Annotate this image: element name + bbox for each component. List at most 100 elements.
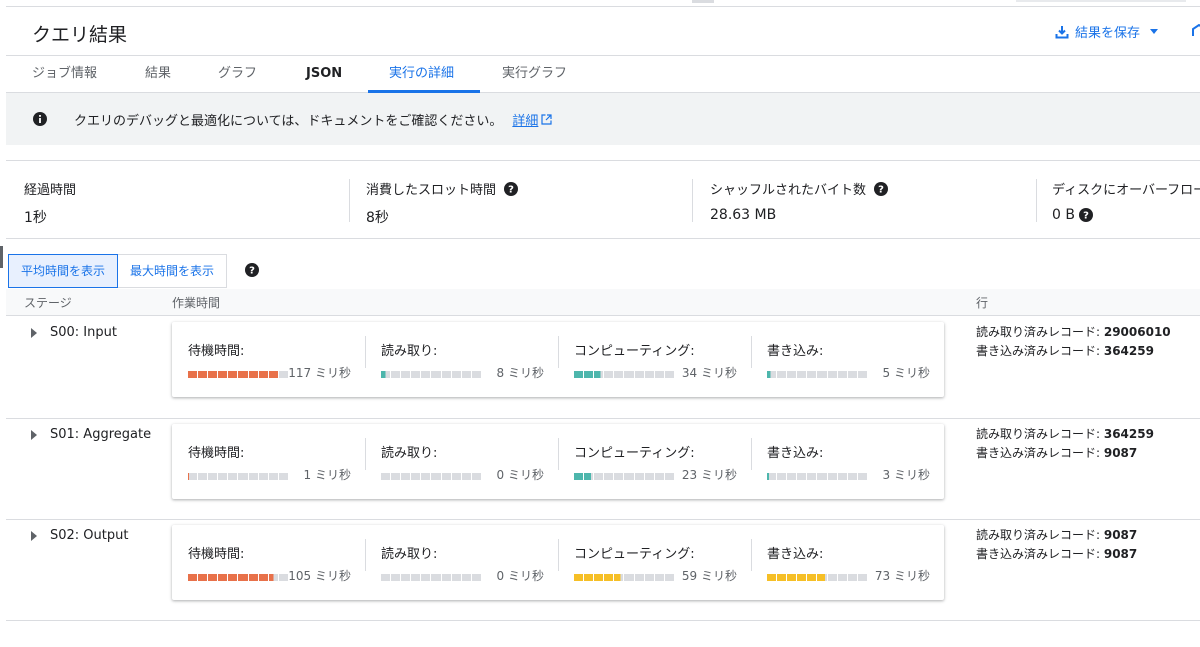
- bar-segment: [817, 371, 827, 378]
- timing-bar: [767, 371, 867, 378]
- bar-segment: [238, 574, 248, 581]
- expand-triangle-icon: [31, 327, 37, 338]
- tab-job-info[interactable]: ジョブ情報: [32, 56, 97, 93]
- bar-segment: [401, 574, 411, 581]
- explore-icon[interactable]: [1192, 24, 1200, 38]
- metric-label: コンピューティング:: [574, 547, 695, 562]
- divider: [751, 539, 752, 571]
- tab-chart[interactable]: グラフ: [218, 56, 257, 93]
- stat-shuffled-bytes: シャッフルされたバイト数 ? 28.63 MB: [710, 179, 889, 223]
- show-max-button[interactable]: 最大時間を表示: [118, 254, 228, 288]
- bar-segment: [228, 473, 238, 480]
- bar-segment: [218, 371, 228, 378]
- metric-value: 1 ミリ秒: [303, 468, 351, 482]
- bar-segment: [614, 574, 624, 581]
- bar-segment: [431, 574, 441, 581]
- tab-execution-graph[interactable]: 実行グラフ: [502, 56, 567, 93]
- download-icon: [1055, 25, 1069, 38]
- bar-segment: [461, 473, 471, 480]
- metric-label: 読み取り:: [381, 446, 438, 461]
- bar-segment: [654, 574, 664, 581]
- bar-segment: [767, 473, 777, 480]
- bar-segment: [574, 574, 584, 581]
- bar-segment: [461, 371, 471, 378]
- external-link-icon[interactable]: [541, 113, 552, 125]
- records-read-label: 読み取り済みレコード:: [976, 528, 1104, 542]
- stage-expand-toggle[interactable]: S01: Aggregate: [31, 427, 151, 442]
- bar-segment: [381, 371, 391, 378]
- bar-segment: [847, 574, 857, 581]
- metric-value: 59 ミリ秒: [681, 569, 737, 583]
- bar-segment: [634, 574, 644, 581]
- divider: [365, 336, 366, 368]
- stage-name: S01: Aggregate: [50, 427, 152, 442]
- learn-more-link[interactable]: 詳細: [512, 110, 538, 129]
- metric-value: 5 ミリ秒: [882, 366, 930, 380]
- show-average-button[interactable]: 平均時間を表示: [8, 254, 119, 288]
- bar-segment: [431, 473, 441, 480]
- bar-segment: [807, 371, 817, 378]
- bar-segment: [777, 371, 787, 378]
- bar-segment: [258, 574, 268, 581]
- bar-segment: [777, 473, 787, 480]
- records-written-value: 9087: [1103, 547, 1138, 561]
- bar-segment: [787, 574, 797, 581]
- bar-segment: [238, 473, 248, 480]
- metric-label: 書き込み:: [767, 344, 824, 359]
- bar-segment: [807, 574, 817, 581]
- bar-segment: [777, 574, 787, 581]
- bar-segment: [198, 574, 208, 581]
- help-icon[interactable]: ?: [504, 181, 519, 196]
- records-written-value: 364259: [1103, 344, 1154, 358]
- records-written-label: 書き込み済みレコード:: [976, 547, 1104, 561]
- metric-label: 待機時間:: [188, 446, 245, 461]
- timing-bar: [574, 574, 674, 581]
- metric-value: 3 ミリ秒: [882, 468, 930, 482]
- bar-segment: [421, 371, 431, 378]
- bar-segment: [268, 473, 278, 480]
- stat-label: 経過時間: [24, 183, 77, 198]
- metric-value: 8 ミリ秒: [496, 366, 544, 380]
- bar-segment: [817, 473, 827, 480]
- bar-segment: [847, 473, 857, 480]
- stat-disk-spill: ディスクにオーバーフロー 0 B ?: [1052, 179, 1200, 223]
- metric-read: 読み取り: 0 ミリ秒: [365, 525, 558, 600]
- bar-segment: [857, 473, 867, 480]
- resize-handle[interactable]: [0, 246, 3, 268]
- help-icon[interactable]: ?: [245, 263, 259, 277]
- stages-table-header: ステージ 作業時間 行: [6, 289, 1200, 316]
- metric-wait-time: 待機時間: 105 ミリ秒: [172, 525, 365, 600]
- stat-slot-time: 消費したスロット時間 ? 8秒: [366, 179, 519, 227]
- info-banner: クエリのデバッグと最適化については、ドキュメントをご確認ください。 詳細: [6, 93, 1200, 145]
- records-read-value: 29006010: [1103, 325, 1171, 339]
- tab-results[interactable]: 結果: [145, 56, 171, 93]
- metric-wait-time: 待機時間: 117 ミリ秒: [172, 322, 365, 397]
- save-results-button[interactable]: 結果を保存: [1055, 22, 1164, 41]
- bar-segment: [391, 371, 401, 378]
- bar-segment: [198, 473, 208, 480]
- stage-timing-card: 待機時間: 1 ミリ秒 読み取り: 0 ミリ秒 コンピューティング: 23 ミリ…: [172, 424, 944, 499]
- stage-timing-card: 待機時間: 117 ミリ秒 読み取り: 8 ミリ秒 コンピューティング: 34 …: [172, 322, 944, 397]
- bar-segment: [594, 574, 604, 581]
- bar-segment: [604, 574, 614, 581]
- help-icon[interactable]: ?: [874, 181, 889, 196]
- help-icon[interactable]: ?: [1078, 208, 1093, 222]
- bar-segment: [644, 574, 654, 581]
- bar-segment: [837, 574, 847, 581]
- bar-segment: [574, 371, 584, 378]
- stage-expand-toggle[interactable]: S02: Output: [31, 528, 128, 543]
- divider: [365, 539, 366, 571]
- bar-segment: [797, 574, 807, 581]
- stage-row: S00: Input 待機時間: 117 ミリ秒 読み取り: 8 ミリ秒 コンピ…: [6, 317, 1200, 419]
- stage-expand-toggle[interactable]: S00: Input: [31, 325, 117, 340]
- column-header-stage: ステージ: [24, 296, 72, 310]
- divider: [349, 179, 350, 222]
- bar-segment: [797, 473, 807, 480]
- metric-label: コンピューティング:: [574, 344, 695, 359]
- metric-value: 0 ミリ秒: [496, 468, 544, 482]
- bar-segment: [787, 371, 797, 378]
- bar-segment: [248, 473, 258, 480]
- time-mode-toggle: 平均時間を表示 最大時間を表示: [8, 254, 228, 288]
- tab-json[interactable]: JSON: [306, 56, 342, 93]
- tab-execution-details[interactable]: 実行の詳細: [389, 56, 454, 93]
